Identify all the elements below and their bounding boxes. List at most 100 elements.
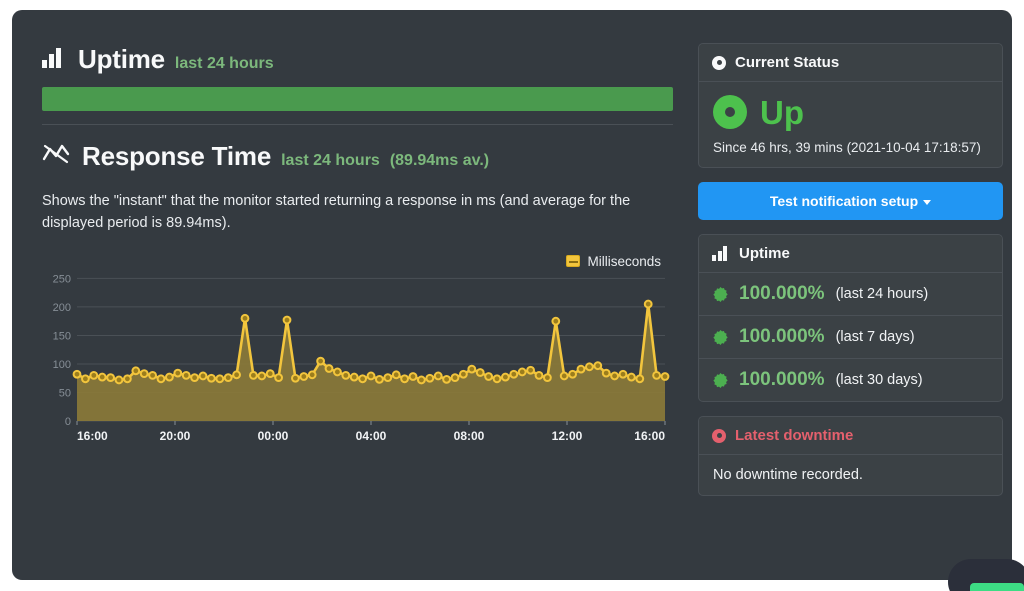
uptime-section-title: Uptime last 24 hours (30, 32, 685, 81)
chart-point (645, 301, 652, 308)
status-up-icon (713, 95, 747, 129)
line-chart-icon (42, 143, 70, 170)
chart-point (578, 366, 585, 373)
bar-chart-icon (42, 48, 66, 68)
chart-point (485, 373, 492, 380)
uptime-row: 100.000% (last 7 days) (699, 316, 1002, 359)
test-notification-setup-button[interactable]: Test notification setup (698, 182, 1003, 220)
chart-point (368, 372, 375, 379)
chart-point (141, 370, 148, 377)
chart-point (519, 368, 526, 375)
current-status-header: Current Status (699, 44, 1002, 82)
x-axis-tick-label: 16:00 (634, 429, 665, 443)
chart-point (393, 371, 400, 378)
right-column: Current Status Up Since 46 hrs, 39 mins … (698, 43, 1003, 510)
uptime-subtitle: last 24 hours (175, 55, 274, 73)
status-dot-icon (712, 56, 726, 70)
chart-point (594, 362, 601, 369)
chart-point (200, 372, 207, 379)
chart-point (527, 367, 534, 374)
certificate-icon (713, 287, 728, 302)
chart-point (468, 366, 475, 373)
chart-point (662, 373, 669, 380)
chart-point (586, 363, 593, 370)
chart-point (636, 375, 643, 382)
legend-swatch-icon (566, 255, 580, 267)
response-description: Shows the "instant" that the monitor sta… (42, 190, 673, 235)
chart-point (544, 374, 551, 381)
chart-point (326, 365, 333, 372)
response-subtitle: last 24 hours (281, 152, 380, 170)
uptime-row: 100.000% (last 24 hours) (699, 273, 1002, 316)
chart-point (502, 374, 509, 381)
chart-point (208, 375, 215, 382)
x-axis-tick-label: 04:00 (356, 429, 387, 443)
chart-point (124, 375, 131, 382)
chart-point (443, 376, 450, 383)
uptime-percent: 100.000% (739, 369, 825, 391)
uptime-title: Uptime (78, 44, 165, 75)
status-row: Up (713, 95, 988, 129)
chart-point (149, 372, 156, 379)
uptime-bar-wrapper (42, 87, 673, 111)
chat-widget[interactable] (948, 559, 1024, 591)
chart-point (426, 375, 433, 382)
status-dot-icon (712, 429, 726, 443)
response-section-title: Response Time last 24 hours (89.94ms av.… (30, 125, 685, 178)
chart-point (166, 374, 173, 381)
chart-point (250, 372, 257, 379)
chart-point (216, 375, 223, 382)
x-axis-tick-label: 12:00 (552, 429, 583, 443)
response-time-chart[interactable]: Milliseconds 05010015020025016:0020:0000… (42, 249, 673, 454)
chart-point (342, 372, 349, 379)
uptime-period-label: (last 30 days) (836, 372, 923, 388)
response-title: Response Time (82, 141, 271, 172)
chart-point (292, 375, 299, 382)
chart-point (410, 373, 417, 380)
chart-point (90, 372, 97, 379)
uptime-row: 100.000% (last 30 days) (699, 359, 1002, 401)
x-axis-tick-label: 08:00 (454, 429, 485, 443)
chart-point (359, 375, 366, 382)
chart-point (552, 318, 559, 325)
status-value: Up (760, 96, 804, 129)
uptime-panel-header-label: Uptime (739, 245, 790, 262)
chart-point (74, 371, 81, 378)
chart-point (300, 373, 307, 380)
uptime-panel-header: Uptime (699, 235, 1002, 273)
chart-canvas: 05010015020025016:0020:0000:0004:0008:00… (42, 249, 673, 449)
uptime-period-label: (last 7 days) (836, 329, 915, 345)
chart-legend[interactable]: Milliseconds (566, 254, 661, 269)
x-axis-tick-label: 20:00 (160, 429, 191, 443)
bar-chart-icon (712, 246, 730, 261)
chart-point (611, 372, 618, 379)
chart-point (242, 315, 249, 322)
chart-point (401, 375, 408, 382)
y-axis-tick-label: 0 (65, 416, 71, 428)
test-notification-label: Test notification setup (770, 193, 918, 209)
chart-point (384, 374, 391, 381)
chart-point (225, 374, 232, 381)
uptime-bar[interactable] (42, 87, 673, 111)
chart-point (620, 371, 627, 378)
monitor-card: Uptime last 24 hours Response Time last … (12, 10, 1012, 580)
chart-point (309, 371, 316, 378)
chart-point (99, 374, 106, 381)
uptime-period-label: (last 24 hours) (836, 286, 929, 302)
chart-point (653, 372, 660, 379)
certificate-icon (713, 330, 728, 345)
status-since: Since 46 hrs, 39 mins (2021-10-04 17:18:… (713, 140, 988, 155)
chart-point (116, 376, 123, 383)
latest-downtime-body: No downtime recorded. (699, 455, 1002, 495)
uptime-percent: 100.000% (739, 283, 825, 305)
chart-point (132, 367, 139, 374)
chart-point (107, 374, 114, 381)
chart-point (561, 372, 568, 379)
uptime-panel: Uptime 100.000% (last 24 hours) 100.000%… (698, 234, 1003, 402)
chart-point (628, 374, 635, 381)
chart-point (334, 368, 341, 375)
left-column: Uptime last 24 hours Response Time last … (30, 32, 685, 454)
chat-widget-button[interactable] (970, 583, 1024, 591)
y-axis-tick-label: 50 (59, 387, 71, 399)
latest-downtime-panel: Latest downtime No downtime recorded. (698, 416, 1003, 496)
